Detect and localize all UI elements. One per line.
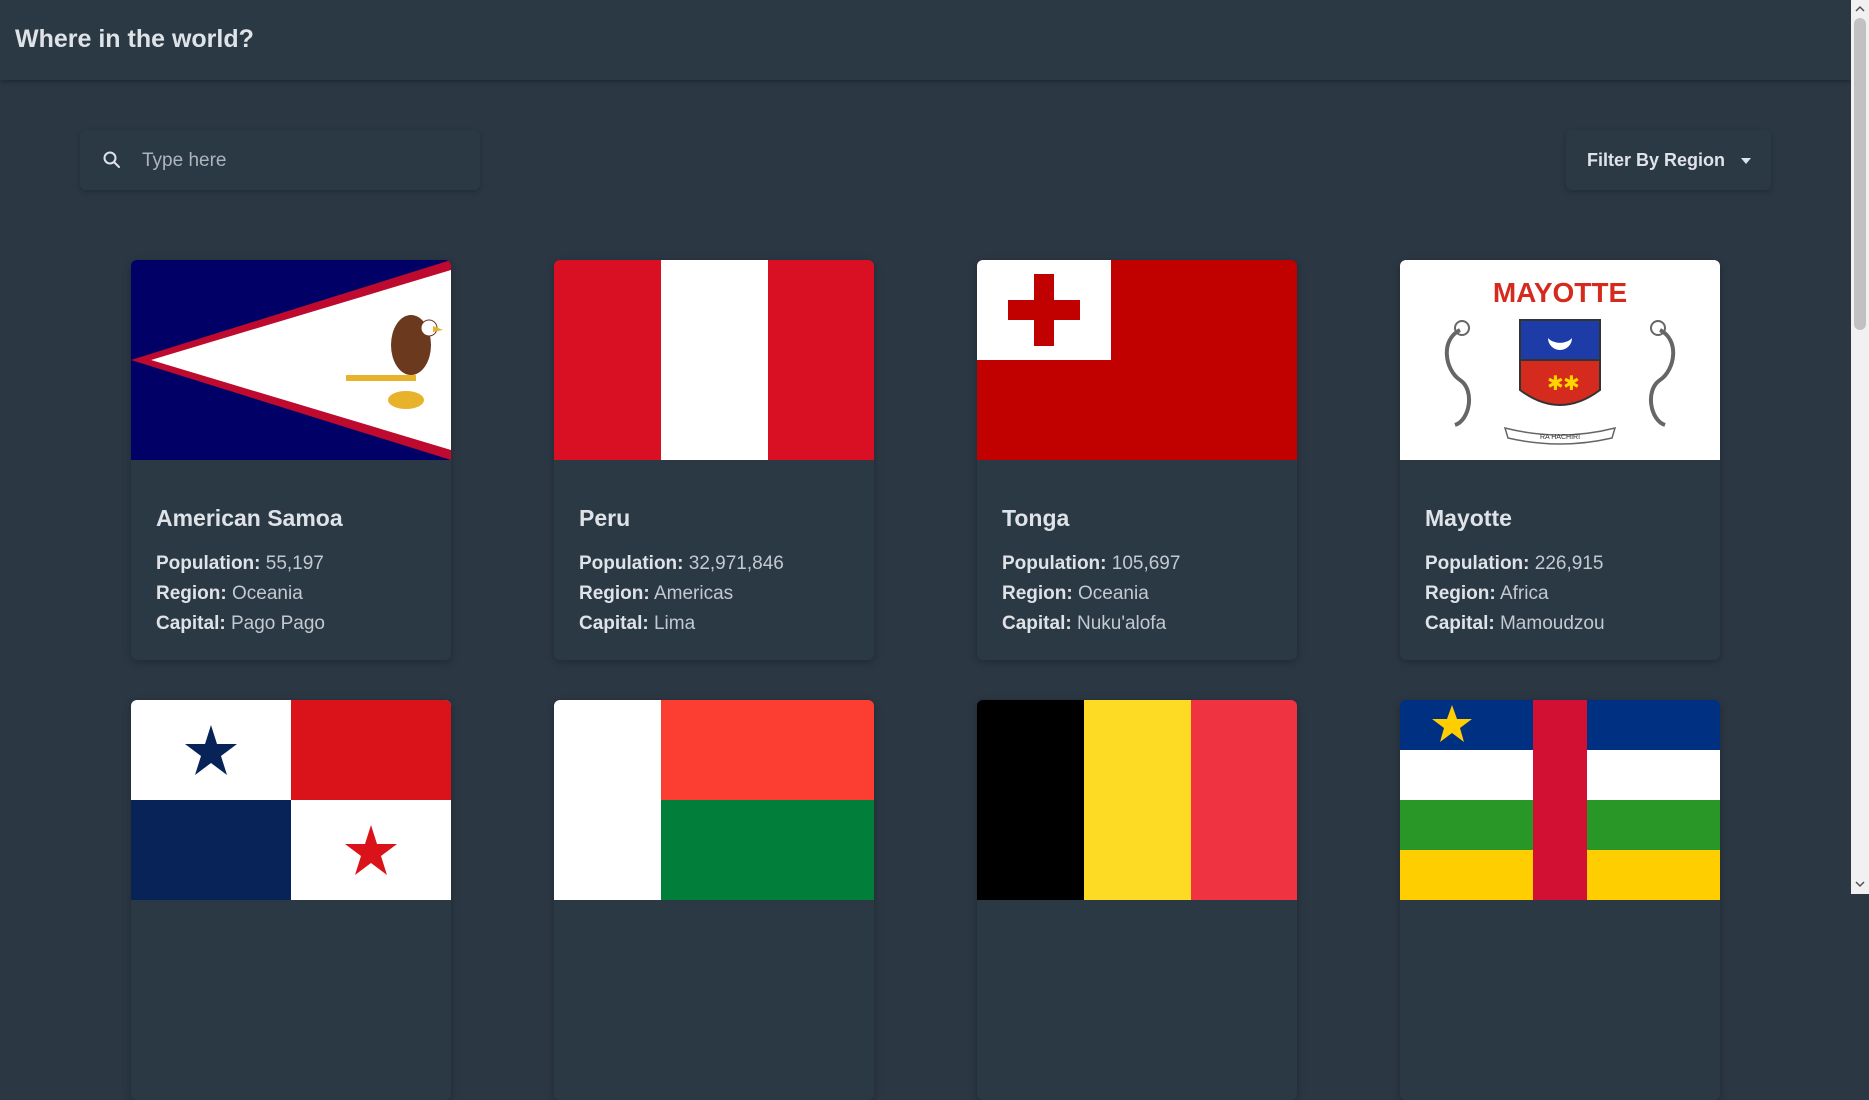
- country-name: American Samoa: [156, 505, 343, 531]
- flag-image: [1400, 700, 1720, 900]
- flag-image: [554, 260, 874, 460]
- country-card[interactable]: [1400, 700, 1720, 1100]
- region-line: Region: Oceania: [1002, 583, 1149, 604]
- flag-image: [554, 700, 874, 900]
- scroll-down-arrow-icon[interactable]: [1855, 880, 1865, 888]
- filter-label: Filter By Region: [1587, 150, 1726, 170]
- country-card[interactable]: [131, 700, 451, 1100]
- capital-line: Capital: Nuku'alofa: [1002, 613, 1167, 634]
- region-line: Region: Americas: [579, 583, 734, 604]
- svg-text:✱: ✱: [1563, 371, 1580, 395]
- country-name: Tonga: [1002, 505, 1070, 531]
- app-title: Where in the world?: [15, 25, 254, 53]
- search-input[interactable]: [140, 142, 464, 180]
- search-icon: [103, 151, 120, 168]
- region-line: Region: Africa: [1425, 583, 1549, 604]
- svg-text:RA HACHIRI: RA HACHIRI: [1540, 434, 1580, 441]
- search-box[interactable]: [80, 130, 480, 190]
- country-name: Mayotte: [1425, 505, 1512, 531]
- page-scrollbar[interactable]: [1851, 0, 1869, 894]
- flag-image: [977, 260, 1297, 460]
- population-line: Population: 105,697: [1002, 553, 1181, 574]
- flag-image: [131, 700, 451, 900]
- population-line: Population: 32,971,846: [579, 553, 784, 574]
- svg-text:MAYOTTE: MAYOTTE: [1493, 277, 1627, 308]
- filter-by-region-dropdown[interactable]: Filter By Region: [1566, 130, 1771, 190]
- flag-image: MAYOTTE ✱ ✱ RA HACHIRI: [1400, 260, 1720, 460]
- flag-image: [131, 260, 451, 460]
- country-card[interactable]: MAYOTTE ✱ ✱ RA HACHIRI Mayotte Populatio…: [1400, 260, 1720, 660]
- country-card[interactable]: [977, 700, 1297, 1100]
- app-header: Where in the world?: [0, 0, 1851, 80]
- region-line: Region: Oceania: [156, 583, 303, 604]
- svg-text:✱: ✱: [1547, 371, 1564, 395]
- caret-down-icon: [1741, 158, 1751, 164]
- country-card[interactable]: Peru Population: 32,971,846 Region: Amer…: [554, 260, 874, 660]
- capital-line: Capital: Pago Pago: [156, 613, 325, 634]
- scroll-up-arrow-icon[interactable]: [1855, 5, 1865, 13]
- country-card[interactable]: [554, 700, 874, 1100]
- flag-image: [977, 700, 1297, 900]
- country-card[interactable]: Tonga Population: 105,697 Region: Oceani…: [977, 260, 1297, 660]
- population-line: Population: 55,197: [156, 553, 324, 574]
- scrollbar-thumb[interactable]: [1854, 18, 1866, 330]
- capital-line: Capital: Lima: [579, 613, 696, 634]
- country-card[interactable]: American Samoa Population: 55,197 Region…: [131, 260, 451, 660]
- country-name: Peru: [579, 505, 631, 531]
- capital-line: Capital: Mamoudzou: [1425, 613, 1605, 634]
- population-line: Population: 226,915: [1425, 553, 1604, 574]
